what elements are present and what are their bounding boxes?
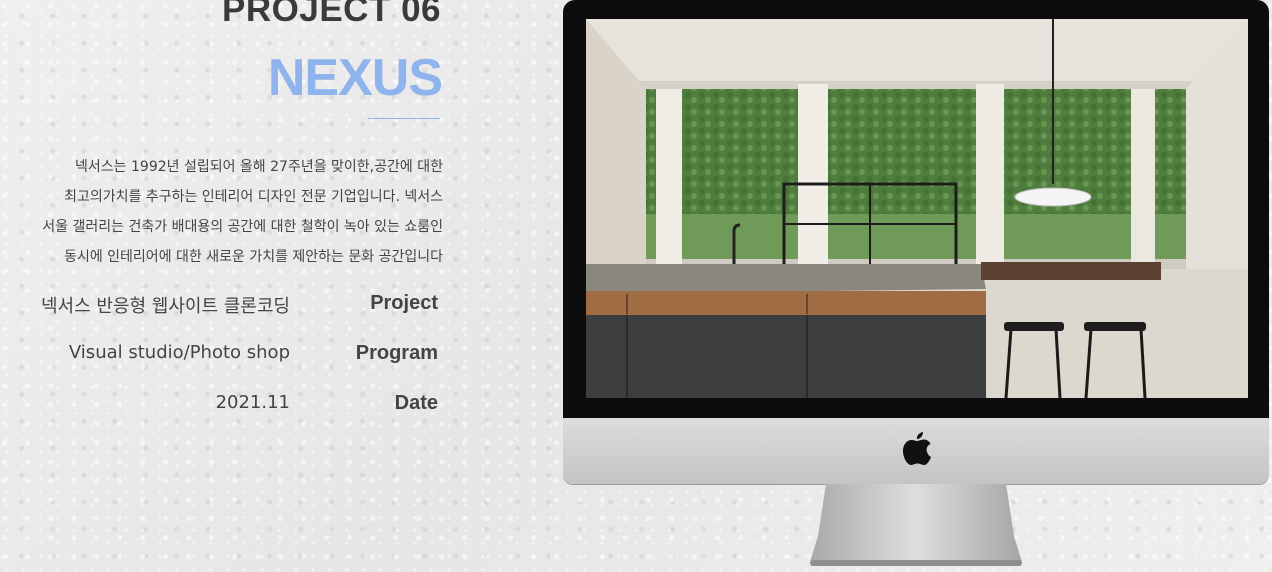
monitor-stand xyxy=(810,484,1022,566)
meta-row-program: Visual studio/Photo shop Program xyxy=(0,342,560,392)
project-title: NEXUS xyxy=(267,49,443,107)
meta-value: 2021.11 xyxy=(215,392,290,413)
meta-key: Project xyxy=(370,292,438,314)
description-line: 서울 갤러리는 건축가 배대용의 공간에 대한 철학이 녹아 있는 쇼룸인 xyxy=(42,219,443,235)
meta-value: Visual studio/Photo shop xyxy=(68,342,290,363)
description-line: 동시에 인테리어에 대한 새로운 가치를 제안하는 문화 공간입니다 xyxy=(64,249,443,265)
project-number: PROJECT 06 xyxy=(222,0,441,29)
project-meta: 넥서스 반응형 웹사이트 클론코딩 Project Visual studio/… xyxy=(0,292,560,442)
meta-row-date: 2021.11 Date xyxy=(0,392,560,442)
description-line: 최고의가치를 추구하는 인테리어 디자인 전문 기업입니다. 넥서스 xyxy=(64,189,443,205)
description-line: 넥서스는 1992년 설립되어 올해 27주년을 맞이한,공간에 대한 xyxy=(75,159,443,175)
kitchen-interior-image xyxy=(586,19,1248,398)
meta-value: 넥서스 반응형 웹사이트 클론코딩 xyxy=(40,296,290,317)
meta-key: Date xyxy=(394,392,438,414)
imac-mockup[interactable] xyxy=(563,0,1272,572)
apple-logo-icon xyxy=(903,432,931,465)
project-description: 넥서스는 1992년 설립되어 올해 27주년을 맞이한,공간에 대한 최고의가… xyxy=(0,152,443,272)
meta-key: Program xyxy=(355,342,438,364)
title-underline xyxy=(368,118,440,119)
screen-preview[interactable] xyxy=(586,19,1248,398)
meta-row-project: 넥서스 반응형 웹사이트 클론코딩 Project xyxy=(0,292,560,342)
project-info: PROJECT 06 NEXUS 넥서스는 1992년 설립되어 올해 27주년… xyxy=(0,0,560,572)
